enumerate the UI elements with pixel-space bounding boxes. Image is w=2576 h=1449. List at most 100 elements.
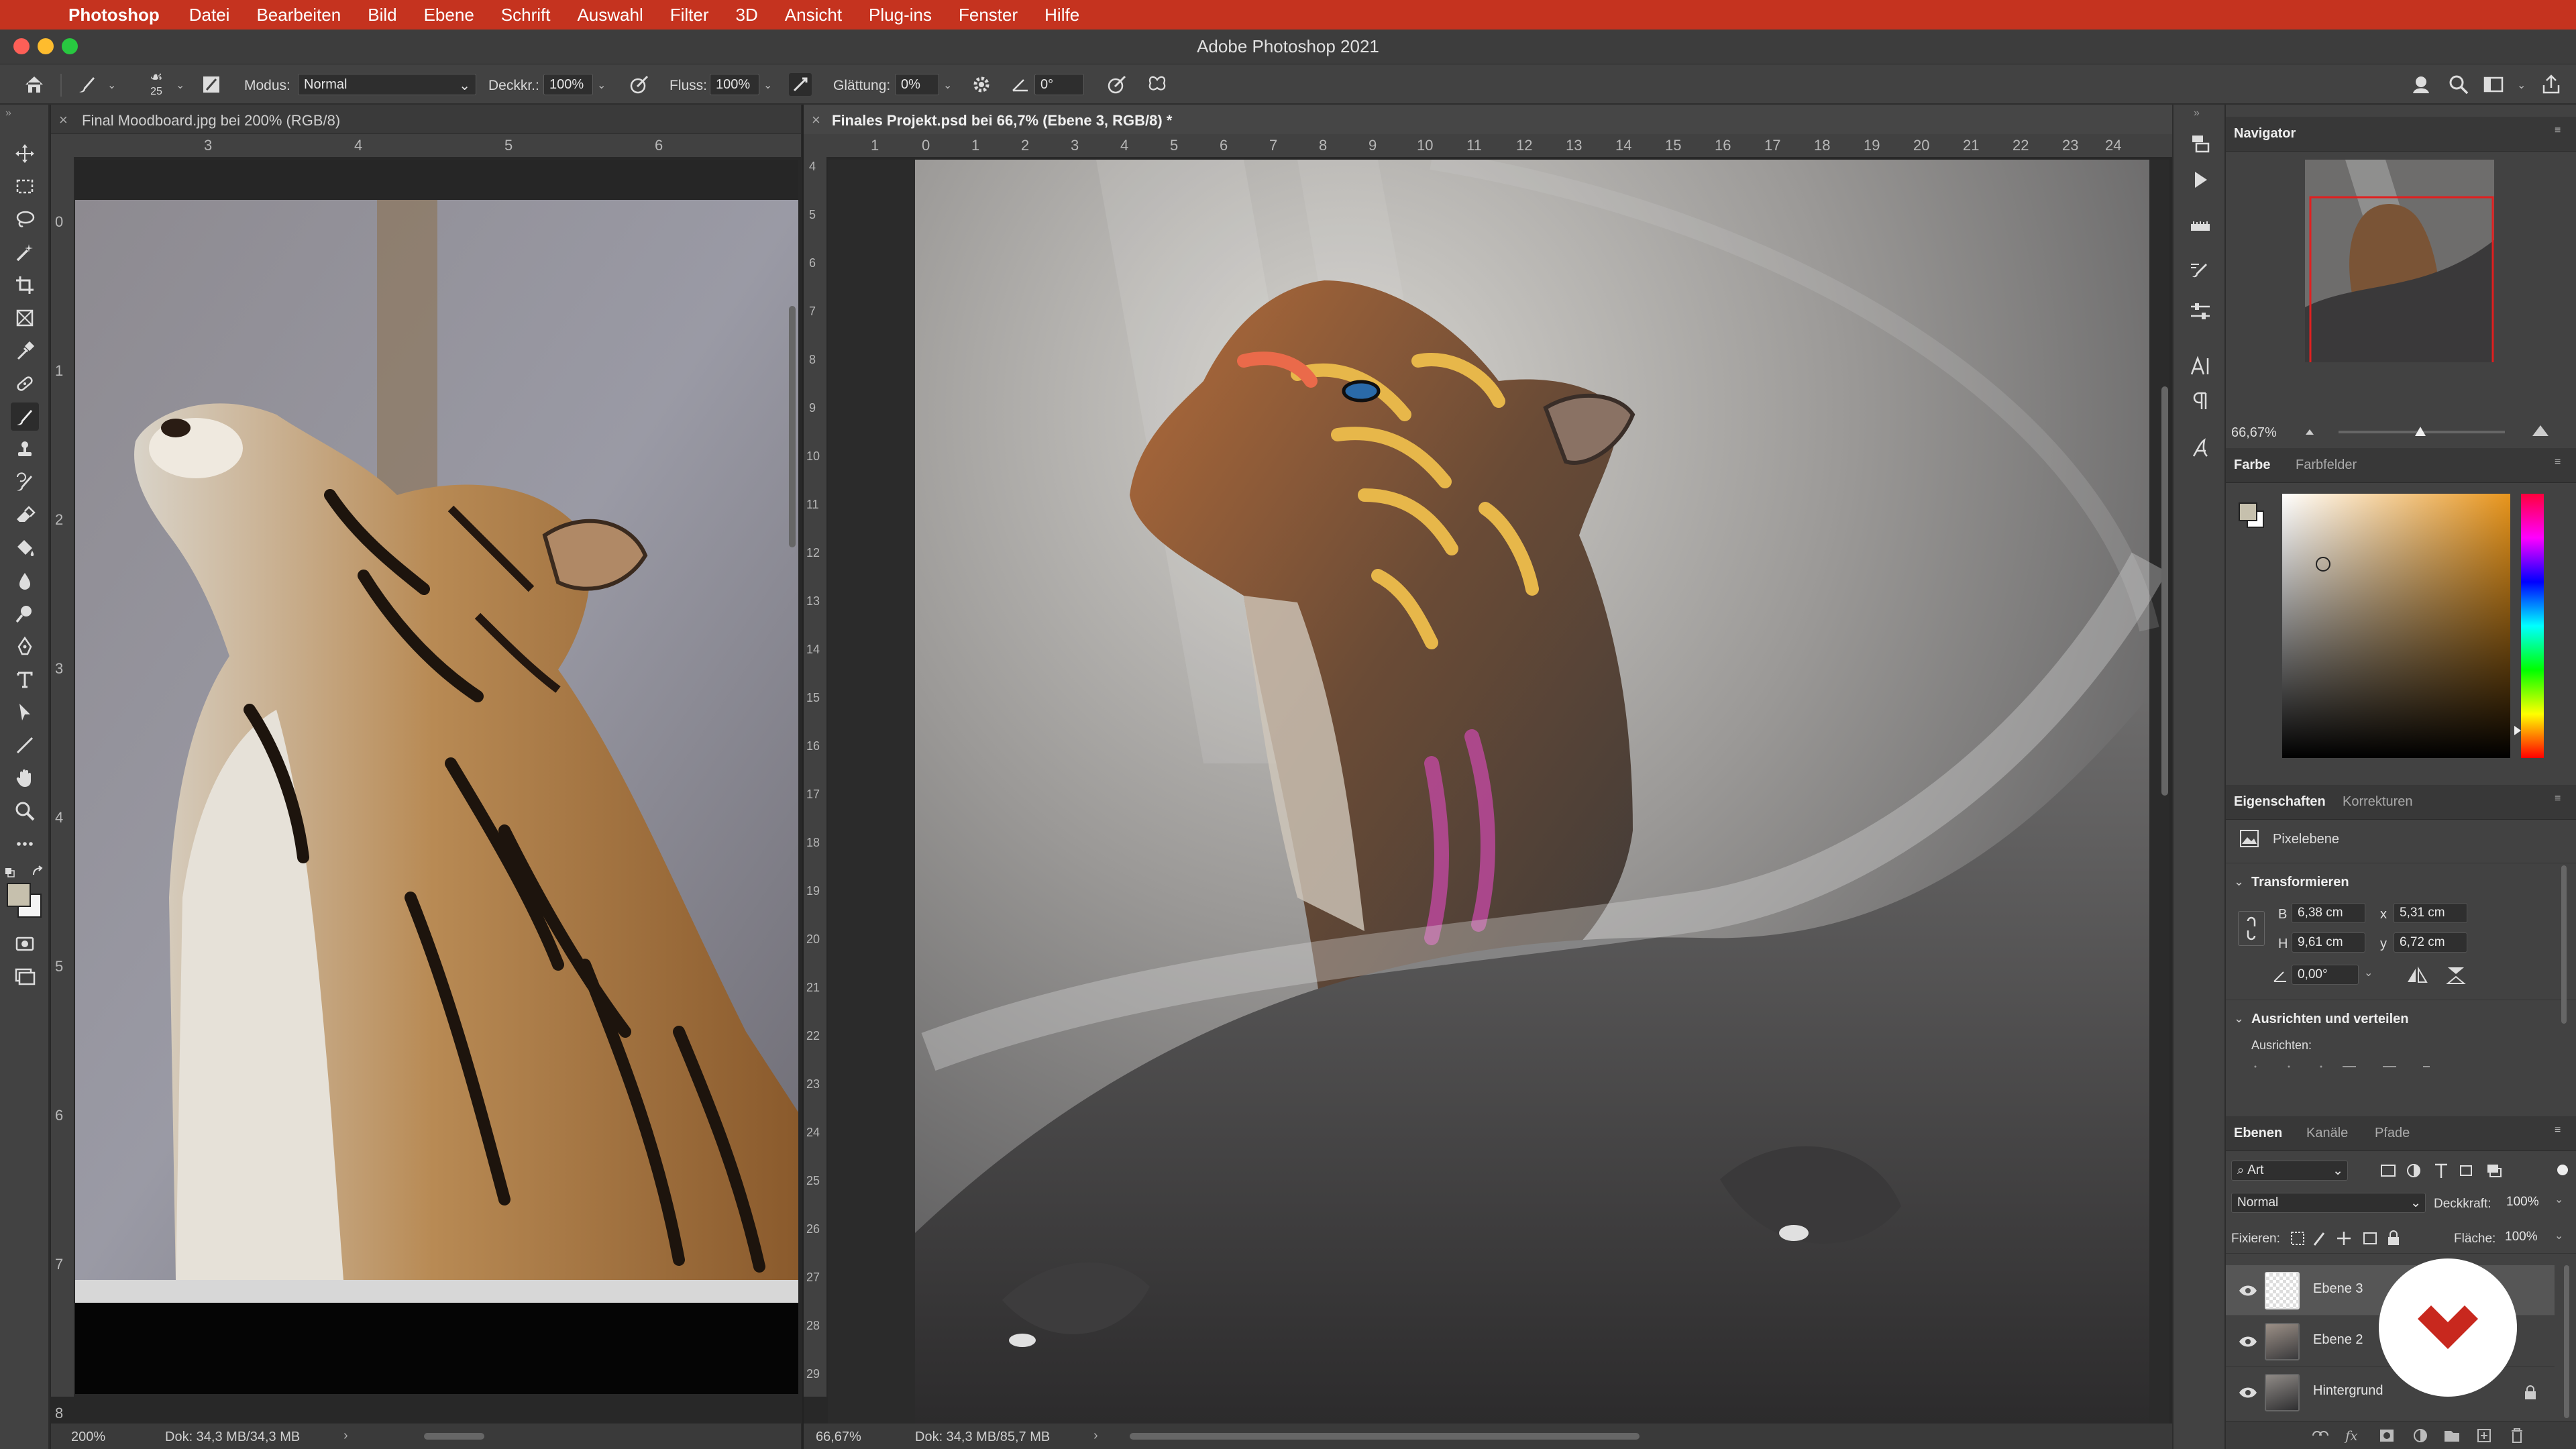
home-icon[interactable] <box>23 73 46 96</box>
menu-datei[interactable]: Datei <box>189 5 230 25</box>
tab-eigenschaften[interactable]: Eigenschaften <box>2234 794 2326 810</box>
rotation-input[interactable]: 0,00° <box>2292 965 2359 985</box>
glyphs-panel-icon[interactable] <box>2188 436 2212 460</box>
history-panel-icon[interactable] <box>2188 131 2212 156</box>
fill-input[interactable]: 100% <box>2500 1228 2548 1248</box>
actions-play-icon[interactable] <box>2188 168 2212 192</box>
line-tool-icon[interactable] <box>11 731 39 759</box>
tab-korrekturen[interactable]: Korrekturen <box>2343 794 2413 810</box>
layer-filter-icons[interactable] <box>2379 1162 2526 1179</box>
doc-info-left[interactable]: Dok: 34,3 MB/34,3 MB <box>165 1430 300 1445</box>
adjustments-sliders-icon[interactable] <box>2188 299 2212 323</box>
layer-name[interactable]: Ebene 3 <box>2313 1281 2363 1297</box>
tab-kanaele[interactable]: Kanäle <box>2306 1126 2348 1141</box>
eyedropper-tool-icon[interactable] <box>11 337 39 365</box>
export-share-icon[interactable] <box>2540 73 2563 96</box>
navigator-zoom-value[interactable]: 66,67% <box>2231 425 2277 441</box>
character-panel-icon[interactable] <box>2188 354 2212 378</box>
pressure-opacity-icon[interactable] <box>628 73 651 96</box>
history-brush-tool-icon[interactable] <box>11 468 39 496</box>
chevron-down-icon[interactable]: ⌄ <box>943 78 952 92</box>
workspace-icon[interactable] <box>2482 73 2505 96</box>
color-picker-cursor[interactable] <box>2316 557 2330 572</box>
magic-wand-tool-icon[interactable] <box>11 238 39 266</box>
chevron-down-icon[interactable]: ⌄ <box>176 78 184 92</box>
transform-section-title[interactable]: Transformieren <box>2251 875 2349 890</box>
move-tool-icon[interactable] <box>11 140 39 168</box>
layer-name[interactable]: Hintergrund <box>2313 1383 2383 1399</box>
doc-info-right[interactable]: Dok: 34,3 MB/85,7 MB <box>915 1430 1050 1445</box>
screen-mode-icon[interactable] <box>11 963 39 991</box>
x-input[interactable]: 5,31 cm <box>2394 903 2467 923</box>
smoothing-input[interactable]: 0% <box>895 74 939 95</box>
color-swatches-fg-bg[interactable] <box>2238 502 2265 529</box>
vertical-scrollbar-left[interactable] <box>789 306 796 547</box>
filter-toggle[interactable] <box>2557 1165 2568 1175</box>
default-colors-icon[interactable] <box>4 865 46 879</box>
measurement-icon[interactable] <box>2188 215 2212 239</box>
close-tab-icon[interactable]: × <box>812 111 820 129</box>
zoom-level-left[interactable]: 200% <box>71 1430 105 1445</box>
blur-tool-icon[interactable] <box>11 567 39 595</box>
zoom-in-mountain-icon[interactable] <box>2532 423 2549 437</box>
dodge-tool-icon[interactable] <box>11 600 39 628</box>
hand-tool-icon[interactable] <box>11 764 39 792</box>
zoom-out-mountain-icon[interactable] <box>2305 427 2314 436</box>
close-tab-icon[interactable]: × <box>59 111 68 129</box>
menu-ebene[interactable]: Ebene <box>424 5 474 25</box>
y-input[interactable]: 6,72 cm <box>2394 932 2467 953</box>
menu-fenster[interactable]: Fenster <box>959 5 1018 25</box>
mode-select[interactable]: Normal ⌄ <box>298 74 476 95</box>
brush-tool-icon[interactable] <box>11 402 39 431</box>
angle-input[interactable]: 0° <box>1034 74 1084 95</box>
brush-settings-panel-icon[interactable] <box>2188 259 2212 283</box>
layer-action-icons[interactable]: fx <box>2310 1426 2565 1446</box>
document-tab-moodboard[interactable]: × Final Moodboard.jpg bei 200% (RGB/8) <box>51 105 801 134</box>
hue-slider[interactable] <box>2521 494 2544 758</box>
menu-auswahl[interactable]: Auswahl <box>577 5 643 25</box>
marquee-tool-icon[interactable] <box>11 172 39 201</box>
collapse-tools-icon[interactable]: » <box>5 107 11 119</box>
panel-menu-icon[interactable]: ≡ <box>2555 793 2561 805</box>
properties-scrollbar[interactable] <box>2561 865 2567 1024</box>
document-tab-project[interactable]: × Finales Projekt.psd bei 66,7% (Ebene 3… <box>804 105 2174 134</box>
tab-farbfelder[interactable]: Farbfelder <box>2296 458 2357 473</box>
lasso-tool-icon[interactable] <box>11 205 39 233</box>
clone-stamp-tool-icon[interactable] <box>11 435 39 464</box>
paint-bucket-tool-icon[interactable] <box>11 534 39 562</box>
crop-tool-icon[interactable] <box>11 271 39 299</box>
menu-filter[interactable]: Filter <box>670 5 709 25</box>
panel-menu-icon[interactable]: ≡ <box>2555 1124 2561 1136</box>
canvas-moodboard[interactable] <box>75 160 798 1394</box>
chevron-down-icon[interactable]: ⌄ <box>2234 1012 2244 1026</box>
type-tool-icon[interactable] <box>11 665 39 694</box>
tab-pfade[interactable]: Pfade <box>2375 1126 2410 1141</box>
width-input[interactable]: 6,38 cm <box>2292 903 2365 923</box>
quick-mask-icon[interactable] <box>11 930 39 958</box>
panel-menu-icon[interactable]: ≡ <box>2555 456 2561 468</box>
horizontal-scrollbar-right[interactable] <box>1130 1433 1640 1440</box>
symmetry-butterfly-icon[interactable] <box>1146 73 1169 96</box>
more-tools-icon[interactable] <box>11 830 39 858</box>
link-dimensions-icon[interactable] <box>2238 911 2265 946</box>
foreground-color-swatch[interactable] <box>7 883 31 907</box>
flip-horizontal-icon[interactable] <box>2406 966 2428 985</box>
layers-scrollbar[interactable] <box>2564 1265 2569 1418</box>
status-arrow-icon[interactable]: › <box>1093 1428 1098 1444</box>
search-icon[interactable] <box>2447 73 2470 96</box>
tab-navigator[interactable]: Navigator <box>2234 126 2296 142</box>
chevron-down-icon[interactable]: ⌄ <box>2234 875 2244 889</box>
chevron-down-icon[interactable]: ⌄ <box>2364 966 2373 979</box>
visibility-eye-icon[interactable] <box>2238 1383 2258 1402</box>
visibility-eye-icon[interactable] <box>2238 1281 2258 1300</box>
paragraph-panel-icon[interactable] <box>2188 389 2212 413</box>
visibility-eye-icon[interactable] <box>2238 1332 2258 1351</box>
menu-plugins[interactable]: Plug-ins <box>869 5 932 25</box>
canvas-project[interactable] <box>828 160 2169 1424</box>
layer-name[interactable]: Ebene 2 <box>2313 1332 2363 1348</box>
horizontal-scrollbar-left[interactable] <box>424 1433 484 1440</box>
eraser-tool-icon[interactable] <box>11 501 39 529</box>
pressure-size-icon[interactable] <box>1106 73 1128 96</box>
chevron-down-icon[interactable]: ⌄ <box>763 78 772 92</box>
airbrush-icon[interactable] <box>789 73 812 96</box>
